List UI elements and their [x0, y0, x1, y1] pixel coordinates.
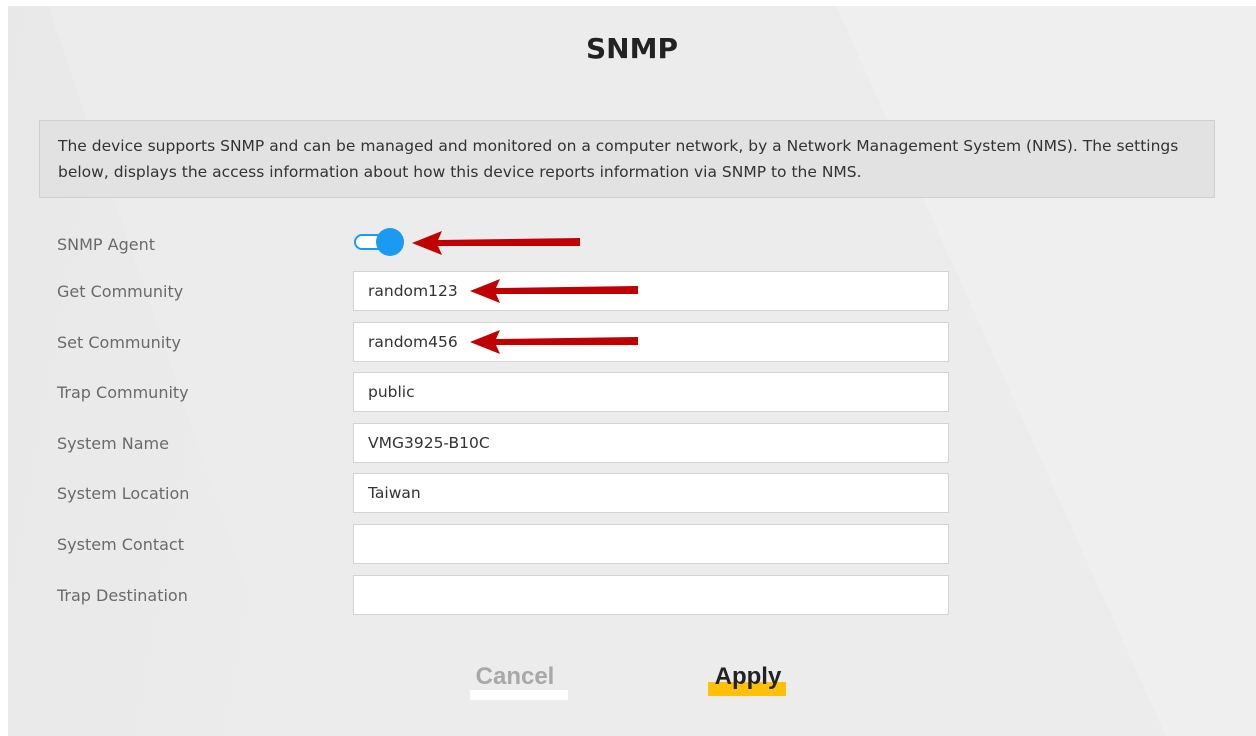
system-contact-input[interactable] [353, 524, 949, 564]
system-location-input[interactable]: Taiwan [353, 473, 949, 513]
trap-community-row: Trap Community public [8, 372, 1256, 412]
trap-destination-input[interactable] [353, 575, 949, 615]
trap-destination-label: Trap Destination [57, 586, 188, 605]
get-community-label: Get Community [57, 282, 184, 301]
annotation-arrow-icon [470, 279, 638, 303]
background-shade [836, 6, 1256, 736]
annotation-arrow-icon [470, 330, 638, 354]
system-location-label: System Location [57, 484, 190, 503]
background-shade [8, 6, 298, 736]
system-name-label: System Name [57, 434, 169, 453]
apply-button-label: Apply [714, 663, 782, 690]
info-box: The device supports SNMP and can be mana… [39, 120, 1215, 198]
snmp-agent-label: SNMP Agent [57, 235, 156, 254]
set-community-input[interactable]: random456 [353, 322, 949, 362]
set-community-label: Set Community [57, 333, 181, 352]
cancel-button-label: Cancel [475, 663, 555, 690]
system-name-input[interactable]: VMG3925-B10C [353, 423, 949, 463]
snmp-panel: SNMP The device supports SNMP and can be… [8, 6, 1256, 736]
trap-community-label: Trap Community [57, 383, 189, 402]
trap-community-input[interactable]: public [353, 372, 949, 412]
annotation-arrow-icon [412, 231, 580, 255]
system-contact-row: System Contact [8, 524, 1256, 564]
system-contact-label: System Contact [57, 535, 184, 554]
trap-destination-row: Trap Destination [8, 575, 1256, 615]
set-community-row: Set Community random456 [8, 322, 1256, 362]
cancel-button[interactable]: Cancel [460, 658, 570, 700]
system-location-row: System Location Taiwan [8, 473, 1256, 513]
cancel-underline [470, 690, 568, 700]
page-title: SNMP [586, 32, 678, 65]
get-community-input[interactable]: random123 [353, 271, 949, 311]
snmp-agent-row: SNMP Agent [8, 224, 1256, 264]
toggle-knob [376, 228, 404, 256]
snmp-agent-toggle[interactable] [354, 228, 406, 256]
get-community-row: Get Community random123 [8, 271, 1256, 311]
apply-button[interactable]: Apply [698, 658, 798, 696]
system-name-row: System Name VMG3925-B10C [8, 423, 1256, 463]
